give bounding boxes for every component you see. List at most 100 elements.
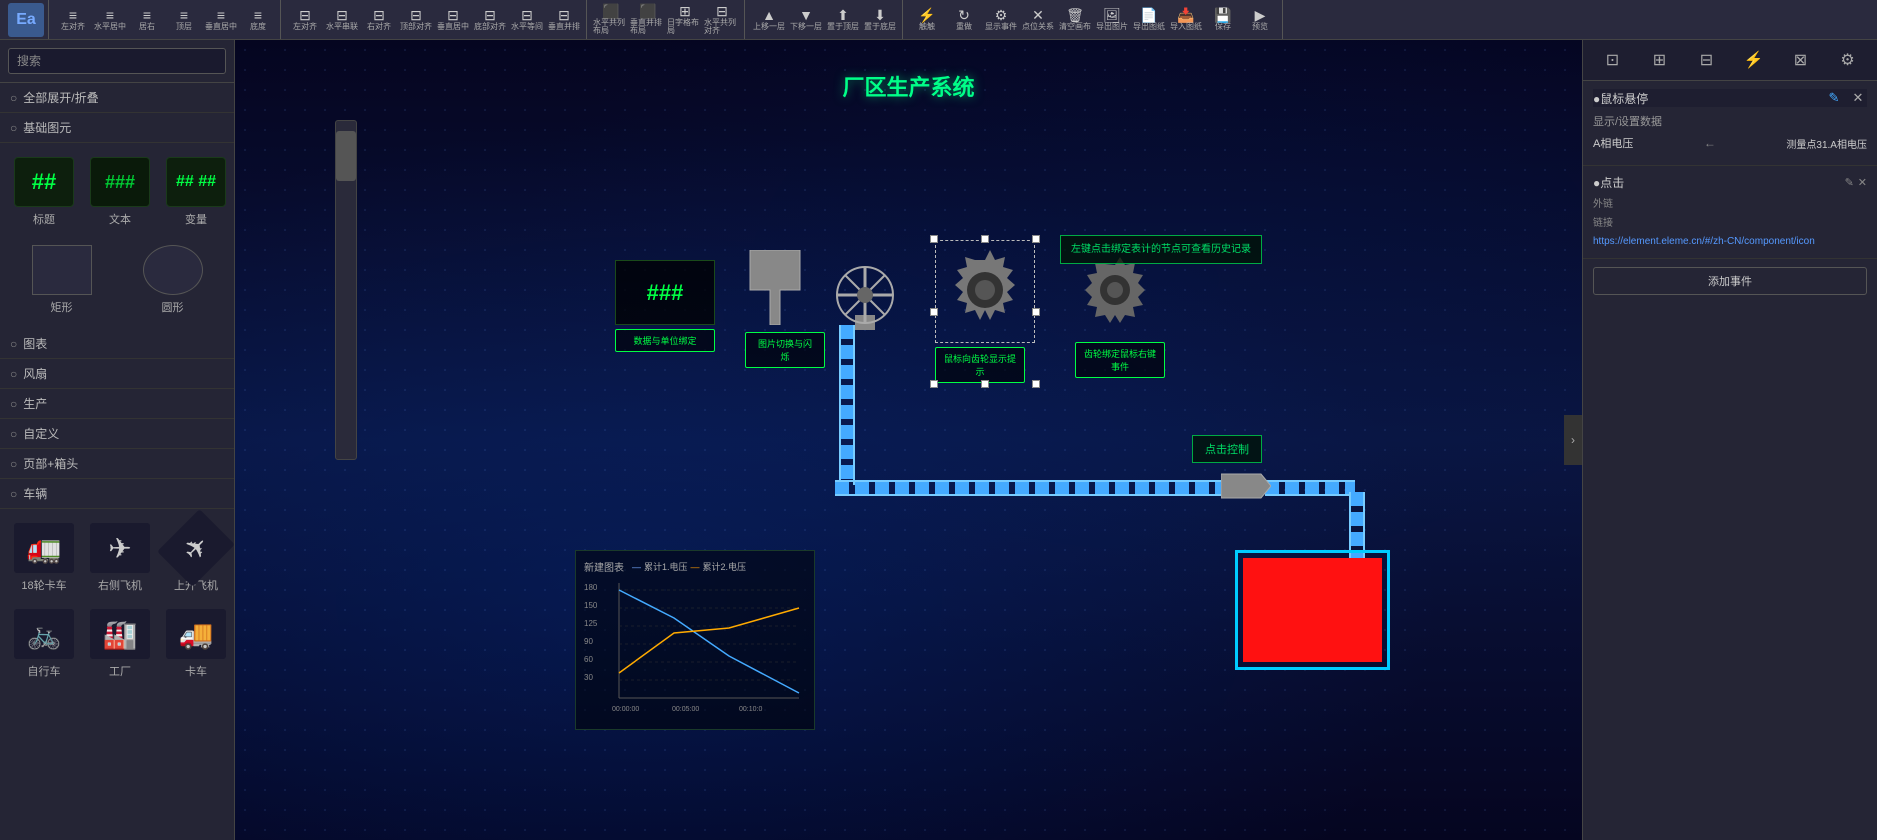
canvas-nav-right[interactable]: › — [1564, 415, 1582, 465]
layout-grid-btn[interactable]: ⊞ 日字格布局 — [667, 3, 703, 37]
component-text[interactable]: ### 文本 — [86, 153, 154, 231]
align-bottom-btn[interactable]: ≡ 底度 — [240, 3, 276, 37]
align-right-btn[interactable]: ≡ 居右 — [129, 3, 165, 37]
component-rect[interactable]: 矩形 — [10, 241, 113, 319]
export-drawing-btn[interactable]: 📄 导出图纸 — [1131, 3, 1167, 37]
point-relation-btn[interactable]: ✕ 点位关系 — [1020, 3, 1056, 37]
preview-btn[interactable]: ▶ 预览 — [1242, 3, 1278, 37]
hash-display-box: ### — [615, 260, 715, 325]
rp-event-icon[interactable]: ⚡ — [1740, 46, 1768, 74]
canvas-background — [235, 40, 1582, 840]
dist-left-btn[interactable]: ⊟ 左对齐 — [287, 3, 323, 37]
vehicle-truck[interactable]: 🚛 18轮卡车 — [10, 519, 78, 597]
snap-btn[interactable]: ⚡ 触触 — [909, 3, 945, 37]
component-variable[interactable]: ## ## 变量 — [162, 153, 230, 231]
click-edit-icon[interactable]: ✎ — [1845, 176, 1854, 189]
align-left-btn[interactable]: ≡ 左对齐 — [55, 3, 91, 37]
dist-top-btn[interactable]: ⊟ 顶部对齐 — [398, 3, 434, 37]
hash-display-element[interactable]: ### 数据与单位绑定 — [615, 260, 715, 352]
rp-transform-icon[interactable]: ⊟ — [1693, 46, 1721, 74]
vehicle-truck2[interactable]: 🚚 卡车 — [162, 605, 230, 683]
layout-align-btn[interactable]: ⊟ 水平共列对齐 — [704, 3, 740, 37]
handle-bl[interactable] — [930, 380, 938, 388]
add-event-button[interactable]: 添加事件 — [1593, 267, 1867, 295]
component-label[interactable]: ## 标题 — [10, 153, 78, 231]
handle-tl[interactable] — [930, 235, 938, 243]
section-vehicles[interactable]: ○ 车辆 — [0, 479, 234, 509]
layout-v-btn[interactable]: ⬛ 垂直并排布局 — [630, 3, 666, 37]
rp-edit-icon[interactable]: ⊞ — [1646, 46, 1674, 74]
vehicle-plane-up[interactable]: ✈ 上升飞机 — [162, 519, 230, 597]
rp-layout-icon[interactable]: ⊠ — [1787, 46, 1815, 74]
shape-row: 矩形 圆形 — [0, 241, 234, 329]
handle-mr[interactable] — [1032, 308, 1040, 316]
rp-settings-icon[interactable]: ⚙ — [1834, 46, 1862, 74]
chart-element[interactable]: 新建图表 — 累计1.电压 — 累计2.电压 180 150 — [575, 550, 815, 730]
section-basic-shapes[interactable]: ○ 基础图元 — [0, 113, 234, 143]
align-vcenter-btn[interactable]: ≡ 垂直居中 — [203, 3, 239, 37]
dist-v-btn[interactable]: ⊟ 垂直并排 — [546, 3, 582, 37]
dist-bottom-btn[interactable]: ⊟ 底部对齐 — [472, 3, 508, 37]
hover-section: ●鼠标悬停 ✎ ✕ 显示/设置数据 A相电压 ← 测量点31.A相电压 — [1583, 81, 1877, 166]
fan-element[interactable] — [825, 250, 905, 333]
rp-select-icon[interactable]: ⊡ — [1599, 46, 1627, 74]
dist-hcenter-icon: ⊟ — [336, 8, 348, 22]
chart-title: 新建图表 — [584, 559, 624, 574]
align-hcenter-btn[interactable]: ≡ 水平居中 — [92, 3, 128, 37]
show-events-btn[interactable]: ⚙ 显示事件 — [983, 3, 1019, 37]
clear-canvas-btn[interactable]: 🗑 清空画布 — [1057, 3, 1093, 37]
canvas-area[interactable]: 厂区生产系统 ### 数据与单位绑定 图片切换与闪烁 — [235, 40, 1582, 840]
dist-h-btn[interactable]: ⊟ 水平等间 — [509, 3, 545, 37]
vehicles-icon: ○ — [10, 487, 17, 501]
search-input[interactable] — [8, 48, 226, 74]
move-down-btn[interactable]: ▼ 下移一层 — [788, 3, 824, 37]
layout-h-btn[interactable]: ⬛ 水平共列布局 — [593, 3, 629, 37]
dist-right-btn[interactable]: ⊟ 右对齐 — [361, 3, 397, 37]
section-charts[interactable]: ○ 图表 — [0, 329, 234, 359]
vertical-slider[interactable] — [335, 120, 357, 460]
label-thumb: ## — [14, 157, 74, 207]
svg-text:30: 30 — [584, 673, 593, 682]
app-icon-group: Ea — [4, 0, 49, 39]
send-back-btn[interactable]: ⬇ 置于底层 — [862, 3, 898, 37]
info-box-top[interactable]: 左键点击绑定表计的节点可查看历史记录 — [1060, 235, 1262, 264]
click-control-element[interactable]: 点击控制 — [1192, 435, 1262, 463]
dist-right-icon: ⊟ — [373, 8, 385, 22]
arrow-element[interactable]: 图片切换与闪烁 — [745, 250, 825, 368]
section-production[interactable]: ○ 生产 — [0, 389, 234, 419]
section-headers[interactable]: ○ 页部+箱头 — [0, 449, 234, 479]
vehicle-factory[interactable]: 🏭 工厂 — [86, 605, 154, 683]
red-square-element[interactable] — [1235, 550, 1390, 670]
handle-bc[interactable] — [981, 380, 989, 388]
click-delete-icon[interactable]: ✕ — [1858, 176, 1867, 189]
export-img-btn[interactable]: 🖼 导出图片 — [1094, 3, 1130, 37]
app-icon[interactable]: Ea — [8, 3, 44, 37]
plane-right-thumb: ✈ — [90, 523, 150, 573]
dist-vcenter-btn[interactable]: ⊟ 垂直居中 — [435, 3, 471, 37]
component-circle[interactable]: 圆形 — [121, 241, 224, 319]
bike-thumb: 🚲 — [14, 609, 74, 659]
bring-front-btn[interactable]: ⬆ 置于顶层 — [825, 3, 861, 37]
slider-handle[interactable] — [336, 131, 356, 181]
vehicle-plane-right[interactable]: ✈ 右侧飞机 — [86, 519, 154, 597]
import-drawing-btn[interactable]: 📥 导入图纸 — [1168, 3, 1204, 37]
save-btn[interactable]: 💾 保存 — [1205, 3, 1241, 37]
section-custom[interactable]: ○ 自定义 — [0, 419, 234, 449]
align-top-btn[interactable]: ≡ 顶层 — [166, 3, 202, 37]
vehicle-bike[interactable]: 🚲 自行车 — [10, 605, 78, 683]
section-expand-all[interactable]: ○ 全部展开/折叠 — [0, 83, 234, 113]
link-url[interactable]: https://element.eleme.cn/#/zh-CN/compone… — [1593, 234, 1867, 250]
gear-selected-element[interactable]: 鼠标向齿轮显示提示 — [935, 240, 1035, 383]
handle-tc[interactable] — [981, 235, 989, 243]
hover-edit-icon[interactable]: ✎ — [1825, 89, 1843, 107]
handle-br[interactable] — [1032, 380, 1040, 388]
hover-delete-icon[interactable]: ✕ — [1849, 89, 1867, 107]
move-up-btn[interactable]: ▲ 上移一层 — [751, 3, 787, 37]
handle-tr[interactable] — [1032, 235, 1040, 243]
section-fans[interactable]: ○ 风扇 — [0, 359, 234, 389]
redo-btn[interactable]: ↻ 重做 — [946, 3, 982, 37]
handle-ml[interactable] — [930, 308, 938, 316]
gear-right-element[interactable]: 齿轮绑定鼠标右键事件 — [1075, 255, 1165, 378]
dist-hcenter-btn[interactable]: ⊟ 水平串联 — [324, 3, 360, 37]
down-arrow-svg — [745, 250, 805, 325]
